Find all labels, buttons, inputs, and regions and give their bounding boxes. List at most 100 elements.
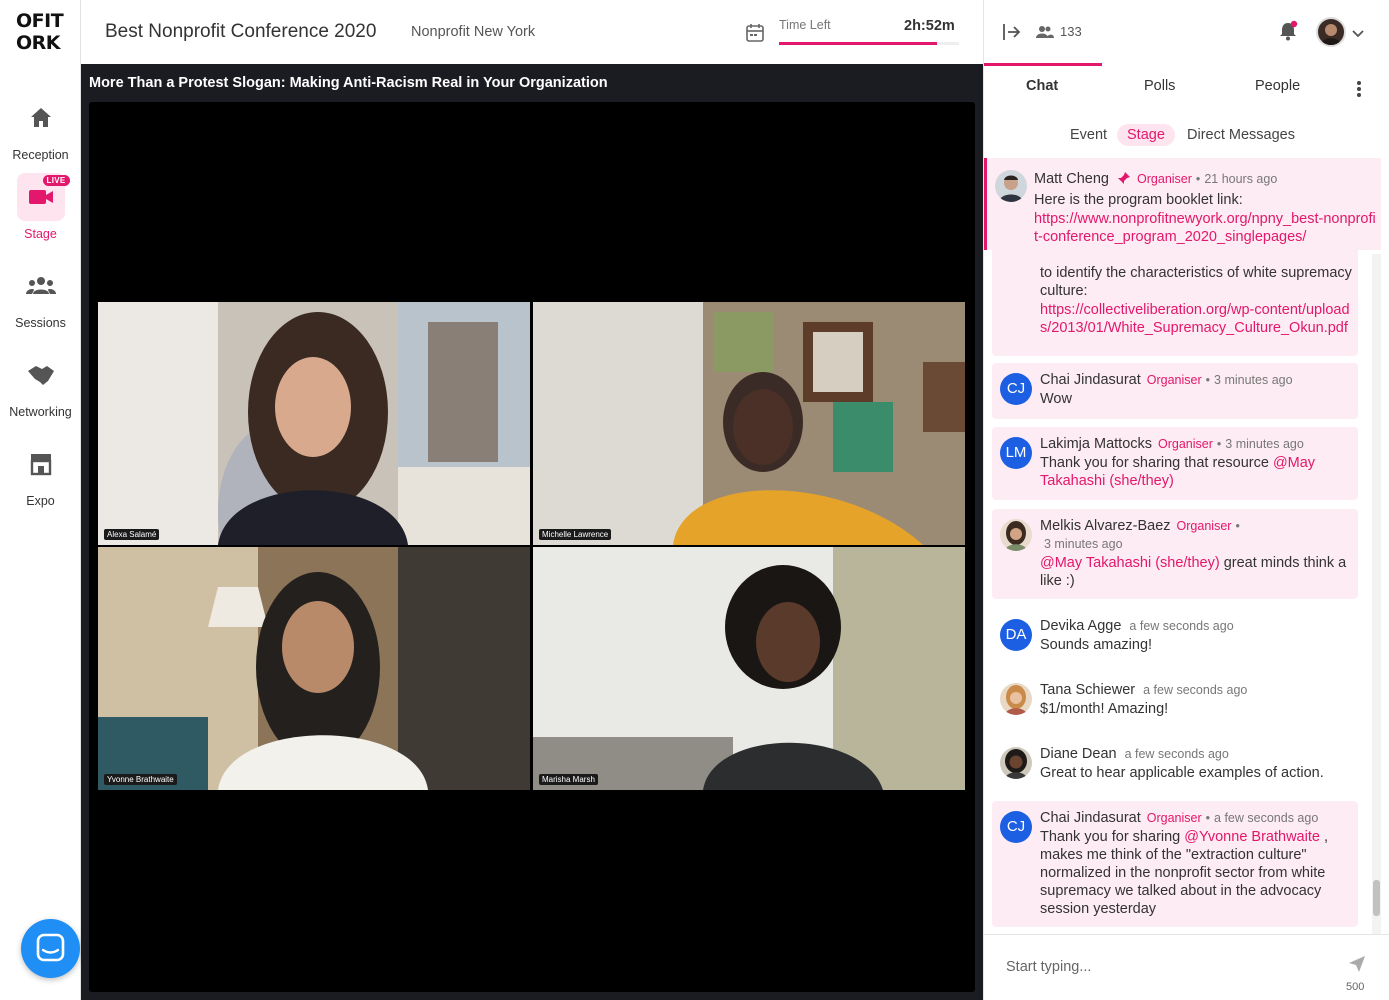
- message-time: a few seconds ago: [1124, 747, 1229, 761]
- message-body: Matt Cheng Organiser • 21 hours ago Here i…: [1034, 170, 1379, 246]
- message-body: Lakimja Mattocks Organiser • 3 minutes ago …: [1040, 435, 1352, 490]
- chat-message: Diane Dean a few seconds ago Great to hea…: [992, 737, 1358, 793]
- author-name[interactable]: Lakimja Mattocks: [1040, 436, 1152, 452]
- tab-chat[interactable]: Chat: [1026, 78, 1058, 94]
- participant-video-image: [533, 302, 965, 545]
- user-mention[interactable]: @May Takahashi (she/they): [1040, 555, 1220, 571]
- message-body: Melkis Alvarez-Baez Organiser • 3 minutes a…: [1040, 517, 1352, 590]
- panel-toolbar: 133: [984, 0, 1389, 64]
- chat-input[interactable]: [1006, 959, 1326, 975]
- more-options-icon[interactable]: [1356, 80, 1362, 103]
- author-name[interactable]: Devika Agge: [1040, 618, 1121, 634]
- message-link[interactable]: https://www.nonprofitnewyork.org/npny_be…: [1034, 210, 1379, 246]
- nav-item-networking[interactable]: Networking: [0, 351, 81, 419]
- collapse-panel-icon[interactable]: [1002, 22, 1022, 47]
- notification-bell-icon[interactable]: [1277, 20, 1299, 47]
- group-icon: [17, 262, 65, 310]
- avatar: [995, 170, 1027, 202]
- participant-video-tile[interactable]: Yvonne Brathwaite: [98, 547, 530, 790]
- author-role: Organiser: [1146, 373, 1202, 387]
- participant-video-image: [98, 302, 530, 545]
- user-mention[interactable]: @Yvonne Brathwaite: [1184, 829, 1320, 845]
- chat-message: Melkis Alvarez-Baez Organiser • 3 minutes a…: [992, 509, 1358, 599]
- author-name[interactable]: Chai Jindasurat: [1040, 372, 1141, 388]
- author-name[interactable]: Diane Dean: [1040, 746, 1117, 762]
- video-camera-icon: LIVE: [16, 173, 70, 221]
- event-logo[interactable]: OFIT ORK: [14, 10, 66, 60]
- tab-people[interactable]: People: [1255, 78, 1300, 94]
- message-time: 3 minutes ago: [1214, 373, 1293, 387]
- participant-video-tile[interactable]: Alexa Salamé: [98, 302, 530, 545]
- chat-scrollbar-thumb[interactable]: [1373, 880, 1380, 916]
- message-header: Lakimja Mattocks Organiser • 3 minutes ago: [1040, 435, 1352, 453]
- nav-item-reception[interactable]: Reception: [0, 94, 81, 162]
- pin-icon: [1117, 171, 1131, 190]
- avatar: [1000, 519, 1032, 551]
- chat-message: LM Lakimja Mattocks Organiser • 3 minutes a…: [992, 427, 1358, 500]
- message-time: a few seconds ago: [1214, 811, 1319, 825]
- avatar: CJ: [1000, 373, 1032, 405]
- participant-name-label: Yvonne Brathwaite: [104, 774, 177, 785]
- chat-message: to identify the characteristics of white…: [992, 238, 1358, 356]
- author-name[interactable]: Melkis Alvarez-Baez: [1040, 518, 1171, 534]
- message-time-separator: •: [1216, 437, 1222, 451]
- avatar: [1000, 747, 1032, 779]
- message-header: Matt Cheng Organiser • 21 hours ago: [1034, 170, 1379, 190]
- message-text: $1/month! Amazing!: [1040, 701, 1169, 717]
- avatar: CJ: [1000, 811, 1032, 843]
- nav-item-expo[interactable]: Expo: [0, 440, 81, 508]
- message-header: Diane Dean a few seconds ago: [1040, 745, 1352, 763]
- participant-video-tile[interactable]: Marisha Marsh: [533, 547, 965, 790]
- top-header: Best Nonprofit Conference 2020 Nonprofit…: [81, 0, 983, 64]
- avatar: [1000, 683, 1032, 715]
- message-time-separator: •: [1205, 811, 1211, 825]
- send-icon[interactable]: [1348, 955, 1366, 978]
- message-time: 21 hours ago: [1204, 172, 1278, 186]
- nav-item-stage[interactable]: LIVE Stage: [0, 173, 81, 241]
- left-navigation: OFIT ORK Reception LIVE Stage Sessions N…: [0, 0, 81, 1000]
- chat-subtabs: Event Stage Direct Messages: [984, 118, 1389, 154]
- author-name[interactable]: Tana Schiewer: [1040, 682, 1135, 698]
- chat-message: DA Devika Agge a few seconds ago Sounds a…: [992, 609, 1358, 665]
- participant-name-label: Alexa Salamé: [104, 529, 160, 540]
- store-icon: [17, 440, 65, 488]
- message-link[interactable]: https://collectiveliberation.org/wp-cont…: [1040, 301, 1352, 337]
- message-text: Great to hear applicable examples of act…: [1040, 765, 1324, 781]
- avatar: DA: [1000, 619, 1032, 651]
- subtab-event[interactable]: Event: [1070, 127, 1107, 143]
- nav-item-sessions[interactable]: Sessions: [0, 262, 81, 330]
- attendee-count: 133: [1060, 24, 1082, 39]
- time-left-progress: [779, 42, 959, 45]
- event-title: Best Nonprofit Conference 2020: [105, 21, 377, 42]
- author-role: Organiser: [1146, 811, 1202, 825]
- author-role: Organiser: [1137, 172, 1192, 186]
- message-text-part: Thank you for sharing: [1040, 829, 1181, 845]
- message-body: Chai Jindasurat Organiser • 3 minutes ago W…: [1040, 371, 1352, 408]
- author-role: Organiser: [1176, 519, 1232, 533]
- author-name[interactable]: Matt Cheng: [1034, 171, 1109, 187]
- subtab-direct-messages[interactable]: Direct Messages: [1187, 127, 1295, 143]
- participant-video-image: [533, 547, 965, 790]
- participant-video-tile[interactable]: Michelle Lawrence: [533, 302, 965, 545]
- time-left-value: 2h:52m: [904, 18, 955, 34]
- help-chat-button[interactable]: [21, 919, 80, 978]
- message-composer: 500: [984, 934, 1389, 1000]
- app-window: OFIT ORK Reception LIVE Stage Sessions N…: [0, 0, 1389, 1000]
- chat-scrollbar[interactable]: [1372, 254, 1381, 934]
- participant-name-label: Michelle Lawrence: [539, 529, 612, 540]
- user-avatar[interactable]: [1316, 17, 1346, 47]
- participant-name-label: Marisha Marsh: [539, 774, 598, 785]
- subtab-stage[interactable]: Stage: [1117, 124, 1175, 146]
- home-icon: [17, 94, 65, 142]
- message-body: to identify the characteristics of white…: [1040, 263, 1352, 337]
- video-grid: Alexa Salamé Michelle Lawrence Yvonne Br…: [89, 102, 975, 992]
- author-name[interactable]: Chai Jindasurat: [1040, 810, 1141, 826]
- tab-polls[interactable]: Polls: [1144, 78, 1175, 94]
- message-text: Wow: [1040, 391, 1072, 407]
- chevron-down-icon[interactable]: [1352, 26, 1364, 44]
- chat-message-list[interactable]: to identify the characteristics of white…: [984, 158, 1389, 934]
- message-time-separator: •: [1205, 373, 1211, 387]
- message-text: @May Takahashi (she/they) great minds th…: [1040, 554, 1352, 590]
- organizer-name[interactable]: Nonprofit New York: [411, 24, 535, 40]
- message-text: to identify the characteristics of white…: [1040, 265, 1352, 299]
